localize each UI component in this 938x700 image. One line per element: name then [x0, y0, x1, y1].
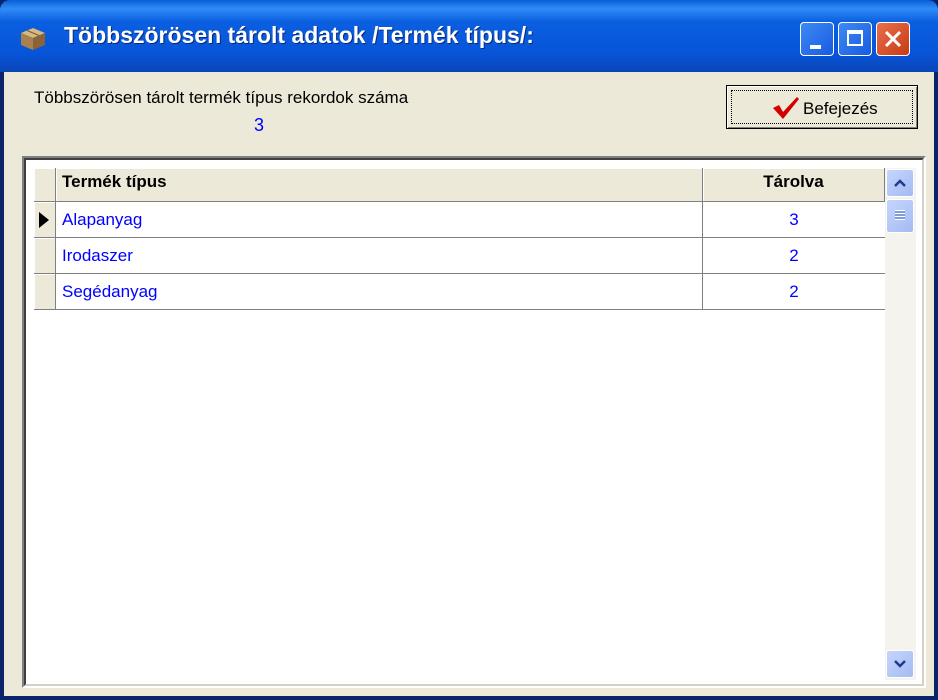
indicator-header — [34, 168, 56, 202]
scroll-down-button[interactable] — [886, 650, 914, 678]
finish-button-label: Befejezés — [803, 99, 878, 118]
cell-count[interactable]: 2 — [703, 238, 885, 274]
scroll-up-button[interactable] — [886, 169, 914, 197]
client-area: Többszörösen tárolt termék típus rekordo… — [4, 72, 934, 696]
minimize-button[interactable] — [800, 22, 834, 56]
table-row[interactable]: Alapanyag 3 — [34, 202, 885, 238]
record-count-label: Többszörösen tárolt termék típus rekordo… — [34, 88, 409, 107]
window: Többszörösen tárolt adatok /Termék típus… — [0, 0, 938, 700]
column-header-type[interactable]: Termék típus — [56, 168, 703, 202]
close-button[interactable] — [876, 22, 910, 56]
cell-count[interactable]: 3 — [703, 202, 885, 238]
cell-type[interactable]: Alapanyag — [56, 202, 703, 238]
row-indicator[interactable] — [34, 202, 56, 238]
current-row-arrow-icon — [39, 212, 49, 228]
box-icon — [21, 28, 45, 50]
data-grid[interactable]: Termék típus Tárolva Alapanyag 3 Irodasz… — [22, 156, 926, 688]
chevron-down-icon — [894, 660, 906, 668]
title-bar[interactable]: Többszörösen tárolt adatok /Termék típus… — [0, 0, 938, 72]
row-indicator[interactable] — [34, 274, 56, 310]
row-indicator[interactable] — [34, 238, 56, 274]
scroll-thumb[interactable] — [886, 199, 914, 233]
chevron-up-icon — [894, 179, 906, 187]
column-header-count[interactable]: Tárolva — [703, 168, 885, 202]
checkmark-icon — [773, 97, 799, 119]
finish-button[interactable]: Befejezés — [726, 85, 918, 129]
close-icon — [884, 30, 902, 48]
cell-type[interactable]: Segédanyag — [56, 274, 703, 310]
maximize-button[interactable] — [838, 22, 872, 56]
table-row[interactable]: Irodaszer 2 — [34, 238, 885, 274]
cell-count[interactable]: 2 — [703, 274, 885, 310]
vertical-scrollbar[interactable] — [885, 168, 916, 680]
window-title: Többszörösen tárolt adatok /Termék típus… — [64, 22, 534, 48]
table-row[interactable]: Segédanyag 2 — [34, 274, 885, 310]
cell-type[interactable]: Irodaszer — [56, 238, 703, 274]
record-count-value: 3 — [254, 115, 265, 135]
data-grid-body: Termék típus Tárolva Alapanyag 3 Irodasz… — [24, 158, 924, 686]
